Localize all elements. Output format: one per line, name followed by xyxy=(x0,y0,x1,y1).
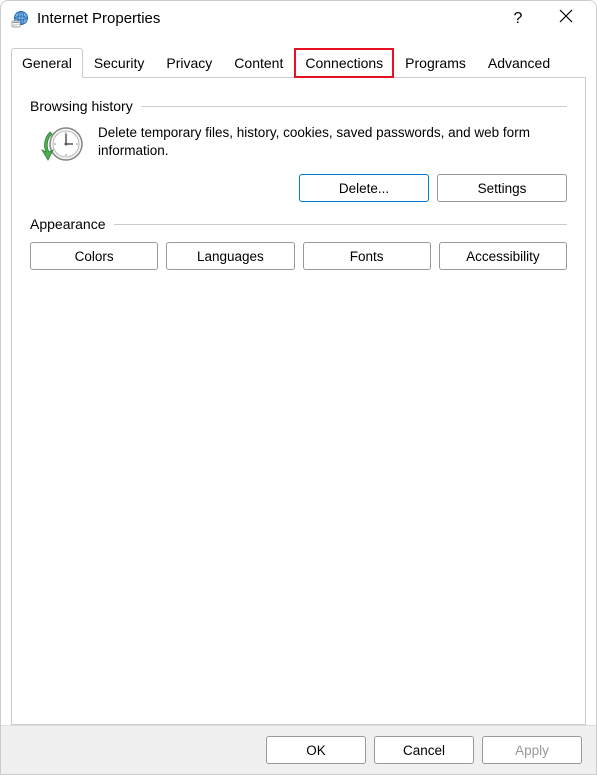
tab-content-panel: Browsing history xyxy=(11,78,586,725)
tab-strip: General Security Privacy Content Connect… xyxy=(1,34,596,78)
titlebar: Internet Properties ? xyxy=(1,1,596,34)
appearance-title: Appearance xyxy=(30,216,106,232)
close-icon[interactable] xyxy=(546,9,586,28)
tab-connections[interactable]: Connections xyxy=(294,48,394,78)
tab-programs[interactable]: Programs xyxy=(394,48,477,78)
group-divider xyxy=(141,106,567,107)
appearance-group: Appearance Colors Languages Fonts Access… xyxy=(30,216,567,270)
browsing-history-description: Delete temporary files, history, cookies… xyxy=(98,124,567,166)
window-title: Internet Properties xyxy=(37,10,490,27)
accessibility-button[interactable]: Accessibility xyxy=(439,242,567,270)
delete-button[interactable]: Delete... xyxy=(299,174,429,202)
history-clock-icon xyxy=(38,124,86,166)
browsing-history-title: Browsing history xyxy=(30,98,133,114)
tab-privacy[interactable]: Privacy xyxy=(155,48,223,78)
group-divider xyxy=(114,224,567,225)
ok-button[interactable]: OK xyxy=(266,736,366,764)
dialog-footer: OK Cancel Apply xyxy=(1,725,596,774)
tab-security[interactable]: Security xyxy=(83,48,156,78)
tab-content[interactable]: Content xyxy=(223,48,294,78)
internet-options-icon xyxy=(11,10,29,28)
internet-properties-dialog: Internet Properties ? General Security P… xyxy=(0,0,597,775)
help-icon[interactable]: ? xyxy=(498,10,538,28)
fonts-button[interactable]: Fonts xyxy=(303,242,431,270)
languages-button[interactable]: Languages xyxy=(166,242,294,270)
colors-button[interactable]: Colors xyxy=(30,242,158,270)
browsing-history-group: Browsing history xyxy=(30,98,567,202)
settings-button[interactable]: Settings xyxy=(437,174,567,202)
cancel-button[interactable]: Cancel xyxy=(374,736,474,764)
tab-general[interactable]: General xyxy=(11,48,83,78)
apply-button[interactable]: Apply xyxy=(482,736,582,764)
tab-advanced[interactable]: Advanced xyxy=(477,48,561,78)
